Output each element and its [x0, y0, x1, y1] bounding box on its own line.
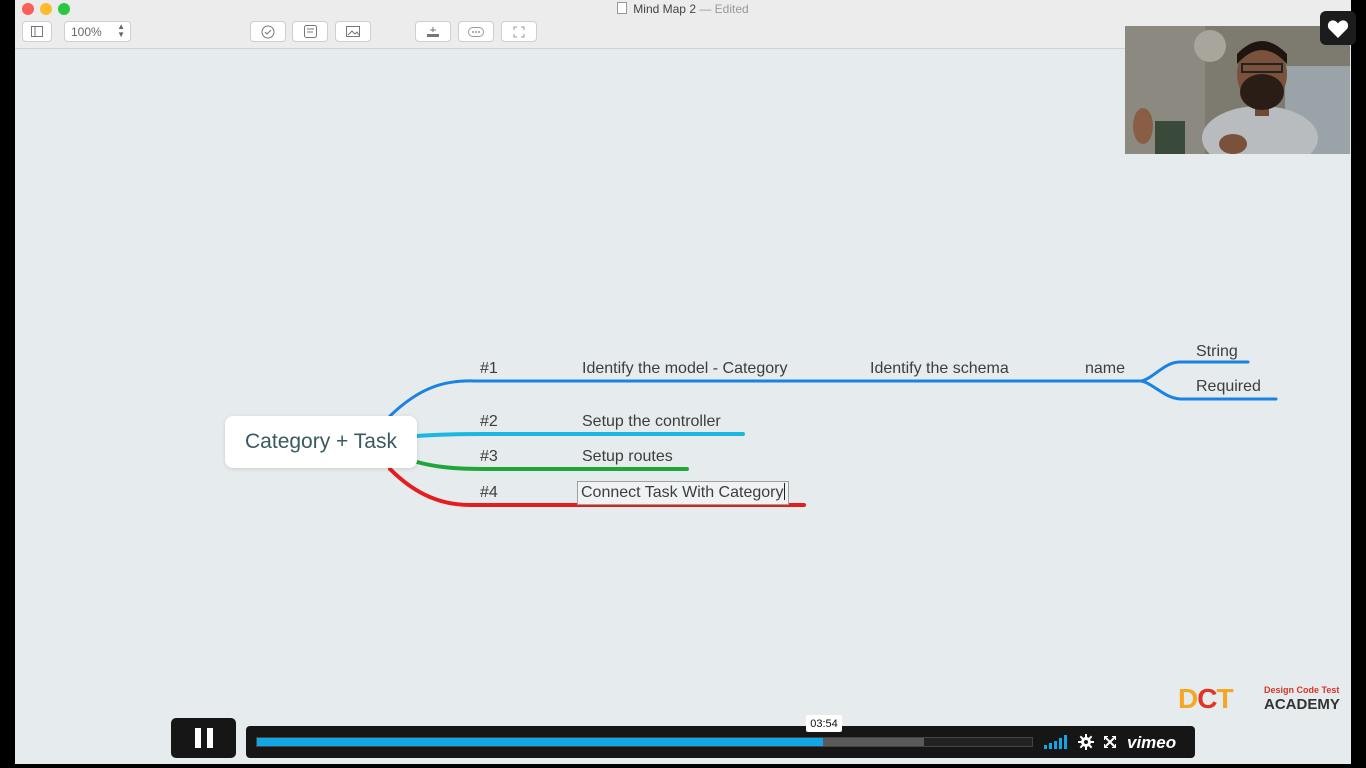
focus-button[interactable] [501, 21, 537, 42]
mind-map-connections [388, 360, 1278, 507]
image-icon [346, 26, 360, 37]
webcam-overlay [1125, 26, 1350, 154]
vimeo-logo[interactable]: vimeo [1127, 733, 1176, 753]
branch-1-line [388, 360, 1278, 418]
presenter-video [1125, 26, 1350, 154]
pause-button[interactable] [171, 718, 236, 758]
dct-logo: DCT [1178, 683, 1234, 714]
task-button[interactable] [250, 21, 286, 42]
sidebar-icon [31, 26, 43, 37]
note-button[interactable] [292, 21, 328, 42]
document-icon [617, 2, 628, 14]
fullscreen-icon[interactable] [1104, 736, 1116, 748]
relationship-button[interactable] [458, 21, 494, 42]
played-bar [257, 738, 823, 746]
mind-map-canvas[interactable]: Category + Task #1 Identify the model - … [15, 49, 1351, 764]
player-control-bar [246, 726, 1195, 758]
branch-2-label[interactable]: Setup the controller [582, 412, 721, 432]
name-node[interactable]: name [1085, 359, 1125, 379]
image-button[interactable] [335, 21, 371, 42]
add-child-button[interactable] [415, 21, 451, 42]
required-node[interactable]: Required [1196, 377, 1261, 397]
sidebar-toggle-button[interactable] [22, 21, 52, 42]
pause-icon [194, 728, 213, 748]
zoom-select[interactable]: 100% ▲ ▼ [64, 21, 131, 42]
watermark-tagline: Design Code Test [1264, 685, 1340, 695]
focus-icon [513, 26, 525, 37]
zoom-value: 100% [71, 24, 102, 39]
relationship-icon [468, 26, 484, 37]
branch-1-label[interactable]: Identify the model - Category [582, 359, 787, 379]
dct-academy-watermark: DCT Design Code Test ACADEMY [1178, 683, 1340, 716]
heart-icon [1327, 19, 1349, 38]
branch-3-label[interactable]: Setup routes [582, 447, 673, 467]
volume-icon[interactable] [1044, 735, 1068, 749]
string-node[interactable]: String [1196, 342, 1238, 362]
window-title: Mind Map 2 — Edited [15, 2, 1351, 16]
like-button[interactable] [1320, 11, 1356, 45]
central-topic[interactable]: Category + Task [225, 416, 417, 468]
branch-number-1[interactable]: #1 [480, 359, 498, 379]
branch-number-2[interactable]: #2 [480, 412, 498, 432]
branch-number-3[interactable]: #3 [480, 447, 498, 467]
text-cursor [784, 483, 786, 500]
checkmark-icon [261, 25, 275, 38]
settings-gear-icon[interactable] [1078, 734, 1094, 750]
watermark-name: ACADEMY [1264, 696, 1340, 713]
add-child-icon [427, 26, 439, 37]
time-tooltip: 03:54 [806, 715, 842, 732]
branch-2-line [415, 432, 745, 438]
branch-4-label: Connect Task With Category [581, 484, 784, 501]
schema-node[interactable]: Identify the schema [870, 359, 1009, 379]
progress-track[interactable] [256, 737, 1033, 747]
stepper-arrows-icon: ▲ ▼ [117, 22, 125, 39]
branch-4-label-editor[interactable]: Connect Task With Category [577, 481, 790, 505]
edited-status: — Edited [699, 2, 749, 16]
branch-number-4[interactable]: #4 [480, 483, 498, 503]
note-icon [303, 25, 317, 38]
